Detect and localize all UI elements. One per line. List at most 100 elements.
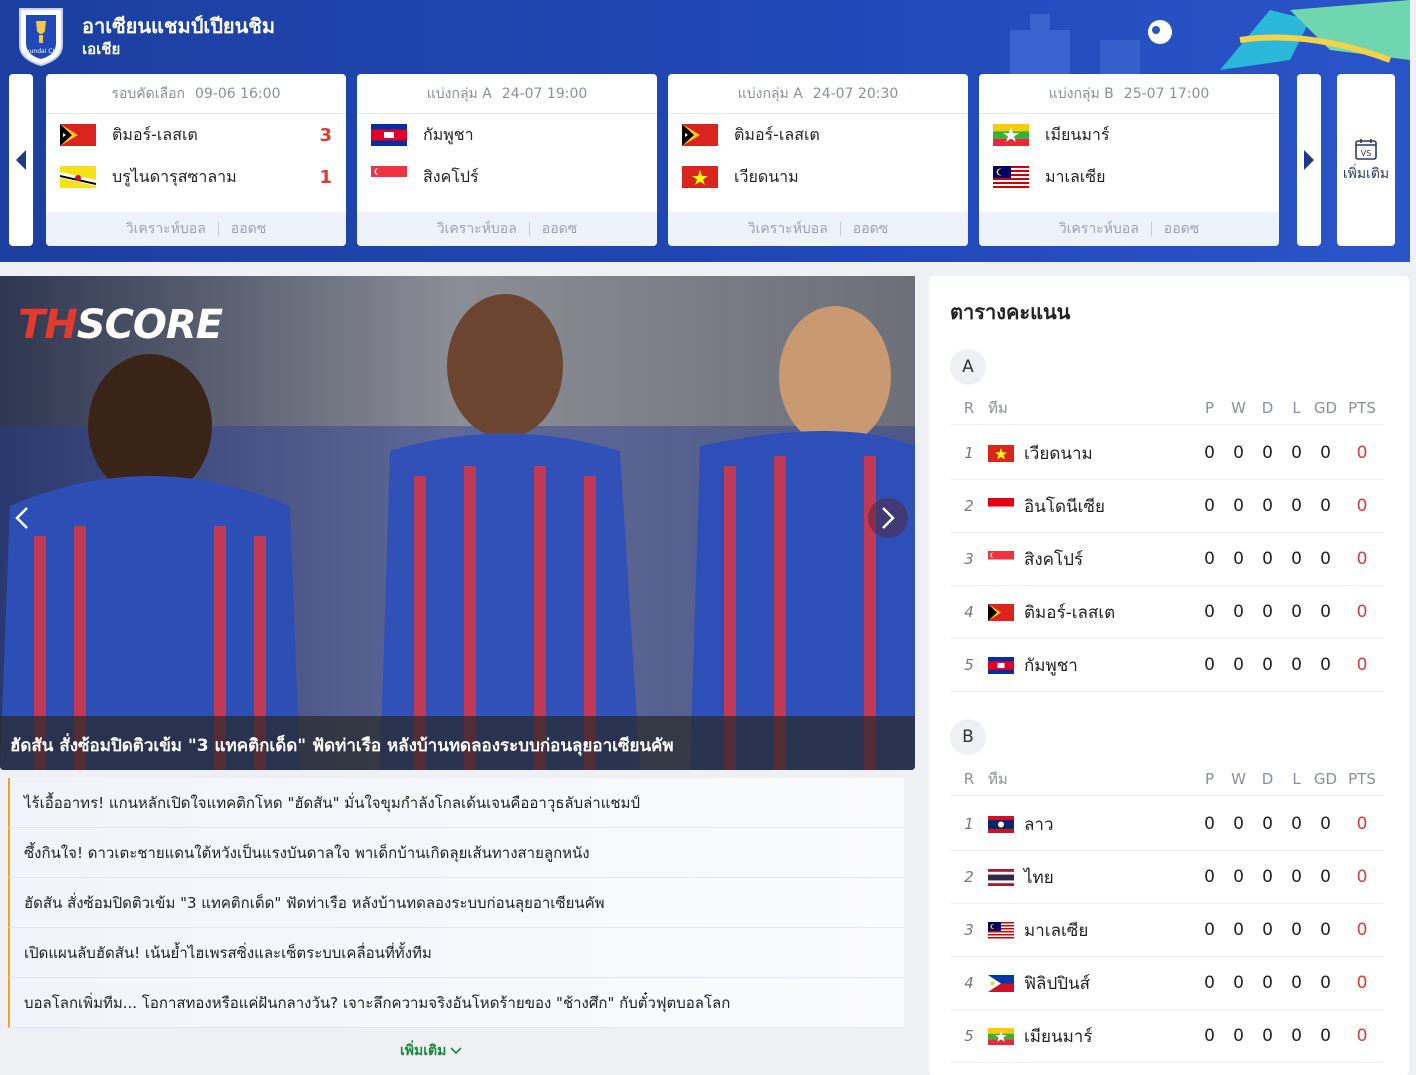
logo-score: SCORE <box>76 302 223 348</box>
col-team: ทีม <box>988 769 1008 788</box>
col-pts: PTS <box>1348 398 1376 417</box>
chevron-left-icon <box>16 150 26 170</box>
row-pts: 0 <box>1356 867 1368 887</box>
home-team-name: เมียนมาร์ <box>1045 124 1110 144</box>
news-item[interactable]: ไร้เอื้ออาทร! แกนหลักเปิดใจแทคติกโหด "ฮั… <box>8 778 904 828</box>
row-won: 0 <box>1233 443 1244 463</box>
divider <box>528 222 530 236</box>
myanmar-flag-icon <box>988 1027 1014 1045</box>
col-played: P <box>1204 398 1215 417</box>
row-rank: 3 <box>964 921 974 939</box>
match-card[interactable]: แบ่งกลุ่ม A 24-07 19:00 กัมพูชา สิงคโปร์… <box>357 74 657 246</box>
myanmar-flag-icon <box>993 124 1029 146</box>
home-team-row: เมียนมาร์ <box>979 114 1279 156</box>
standings-row[interactable]: 4 ฟิลิปปินส์ 0 0 0 0 0 0 <box>950 957 1384 1010</box>
standings-row[interactable]: 2 ไทย 0 0 0 0 0 0 <box>950 851 1384 904</box>
more-matches-button[interactable]: VS เพิ่มเติม <box>1337 74 1395 246</box>
hero-prev-button[interactable] <box>2 498 42 538</box>
standings-row[interactable]: 5 กัมพูชา 0 0 0 0 0 0 <box>950 639 1384 692</box>
news-item[interactable]: ฮัดสัน สั่งซ้อมปิดติวเข้ม "3 แทคติกเด็ด"… <box>8 878 904 928</box>
row-played: 0 <box>1204 549 1215 569</box>
row-gd: 0 <box>1320 443 1331 463</box>
hero-carousel[interactable]: THSCORE ฮัดสัน สั่งซ้อมปิดติวเข้ม "3 แทค… <box>0 276 915 770</box>
row-drawn: 0 <box>1262 920 1273 940</box>
match-footer: วิเคราะห์บอล ออดซ <box>668 212 968 246</box>
analysis-link[interactable]: วิเคราะห์บอล <box>748 218 828 240</box>
row-pts: 0 <box>1356 1026 1368 1046</box>
row-gd: 0 <box>1320 602 1331 622</box>
analysis-link[interactable]: วิเคราะห์บอล <box>1059 218 1139 240</box>
row-gd: 0 <box>1320 867 1331 887</box>
home-team-name: ติมอร์-เลสเต <box>112 124 198 144</box>
col-lost: L <box>1292 398 1301 417</box>
chevron-right-icon <box>1304 150 1314 170</box>
away-team-row: สิงคโปร์ <box>357 156 657 198</box>
row-rank: 5 <box>964 656 974 674</box>
divider <box>839 222 841 236</box>
home-team-name: กัมพูชา <box>423 124 474 144</box>
group-badge: A <box>950 349 986 385</box>
row-gd: 0 <box>1320 655 1331 675</box>
home-team-row: ติมอร์-เลสเต 3 <box>46 114 346 156</box>
odds-link[interactable]: ออดซ <box>1164 218 1199 240</box>
row-played: 0 <box>1204 443 1215 463</box>
news-item[interactable]: บอลโลกเพิ่มทีม... โอกาสทองหรือแค่ฝันกลาง… <box>8 978 904 1028</box>
row-played: 0 <box>1204 602 1215 622</box>
row-pts: 0 <box>1356 920 1368 940</box>
divider <box>1150 222 1152 236</box>
standings-row[interactable]: 5 เมียนมาร์ 0 0 0 0 0 0 <box>950 1010 1384 1063</box>
analysis-link[interactable]: วิเคราะห์บอล <box>126 218 206 240</box>
col-drawn: D <box>1261 769 1274 788</box>
standings-row[interactable]: 3 สิงคโปร์ 0 0 0 0 0 0 <box>950 533 1384 586</box>
standings-row[interactable]: 2 อินโดนีเซีย 0 0 0 0 0 0 <box>950 480 1384 533</box>
odds-link[interactable]: ออดซ <box>542 218 577 240</box>
match-card[interactable]: แบ่งกลุ่ม B 25-07 17:00 เมียนมาร์ มาเลเซ… <box>979 74 1279 246</box>
row-played: 0 <box>1204 973 1215 993</box>
row-drawn: 0 <box>1262 655 1273 675</box>
away-team-score: 1 <box>319 166 332 188</box>
match-card[interactable]: รอบคัดเลือก 09-06 16:00 ติมอร์-เลสเต 3 บ… <box>46 74 346 246</box>
analysis-link[interactable]: วิเคราะห์บอล <box>437 218 517 240</box>
standings-row[interactable]: 3 มาเลเซีย 0 0 0 0 0 0 <box>950 904 1384 957</box>
hero-caption[interactable]: ฮัดสัน สั่งซ้อมปิดติวเข้ม "3 แทคติกเด็ด"… <box>0 716 915 770</box>
standings-row[interactable]: 1 เวียดนาม 0 0 0 0 0 0 <box>950 427 1384 480</box>
standings-header: R ทีม P W D L GD PTS <box>950 762 1384 796</box>
standings-row[interactable]: 1 ลาว 0 0 0 0 0 0 <box>950 798 1384 851</box>
col-rank: R <box>963 398 975 417</box>
svg-text:VS: VS <box>1361 149 1372 158</box>
logo-th: TH <box>18 302 78 348</box>
match-round: แบ่งกลุ่ม A <box>737 85 803 102</box>
hero-next-button[interactable] <box>868 498 908 538</box>
col-won: W <box>1231 769 1246 788</box>
news-item[interactable]: เปิดแผนลับฮัดสัน! เน้นย้ำไฮเพรสซิ่งและเซ… <box>8 928 904 978</box>
row-rank: 4 <box>964 603 974 621</box>
match-datetime: 24-07 20:30 <box>812 85 899 102</box>
match-header: รอบคัดเลือก 09-06 16:00 <box>46 74 346 114</box>
row-gd: 0 <box>1320 1026 1331 1046</box>
row-played: 0 <box>1204 655 1215 675</box>
row-pts: 0 <box>1356 443 1368 463</box>
row-gd: 0 <box>1320 814 1331 834</box>
row-rank: 1 <box>964 444 974 462</box>
match-header: แบ่งกลุ่ม A 24-07 19:00 <box>357 74 657 114</box>
row-drawn: 0 <box>1262 973 1273 993</box>
match-card[interactable]: แบ่งกลุ่ม A 24-07 20:30 ติมอร์-เลสเต เวี… <box>668 74 968 246</box>
col-rank: R <box>963 769 975 788</box>
match-footer: วิเคราะห์บอล ออดซ <box>357 212 657 246</box>
matches-next-button[interactable] <box>1297 74 1321 246</box>
row-won: 0 <box>1233 1026 1244 1046</box>
odds-link[interactable]: ออดซ <box>853 218 888 240</box>
chevron-left-icon <box>15 507 28 529</box>
matches-prev-button[interactable] <box>9 74 33 246</box>
row-lost: 0 <box>1291 1026 1302 1046</box>
row-pts: 0 <box>1356 496 1368 516</box>
news-more-button[interactable]: เพิ่มเติม <box>400 1040 462 1062</box>
row-team: สิงคโปร์ <box>1024 549 1084 570</box>
col-won: W <box>1231 398 1246 417</box>
news-item[interactable]: ซึ้งกินใจ! ดาวเตะชายแดนใต้หวังเป็นแรงบัน… <box>8 828 904 878</box>
odds-link[interactable]: ออดซ <box>231 218 266 240</box>
group-badge: B <box>950 719 986 755</box>
cambodia-flag-icon <box>371 124 407 146</box>
home-team-name: ติมอร์-เลสเต <box>734 124 820 144</box>
standings-row[interactable]: 4 ติมอร์-เลสเต 0 0 0 0 0 0 <box>950 586 1384 639</box>
